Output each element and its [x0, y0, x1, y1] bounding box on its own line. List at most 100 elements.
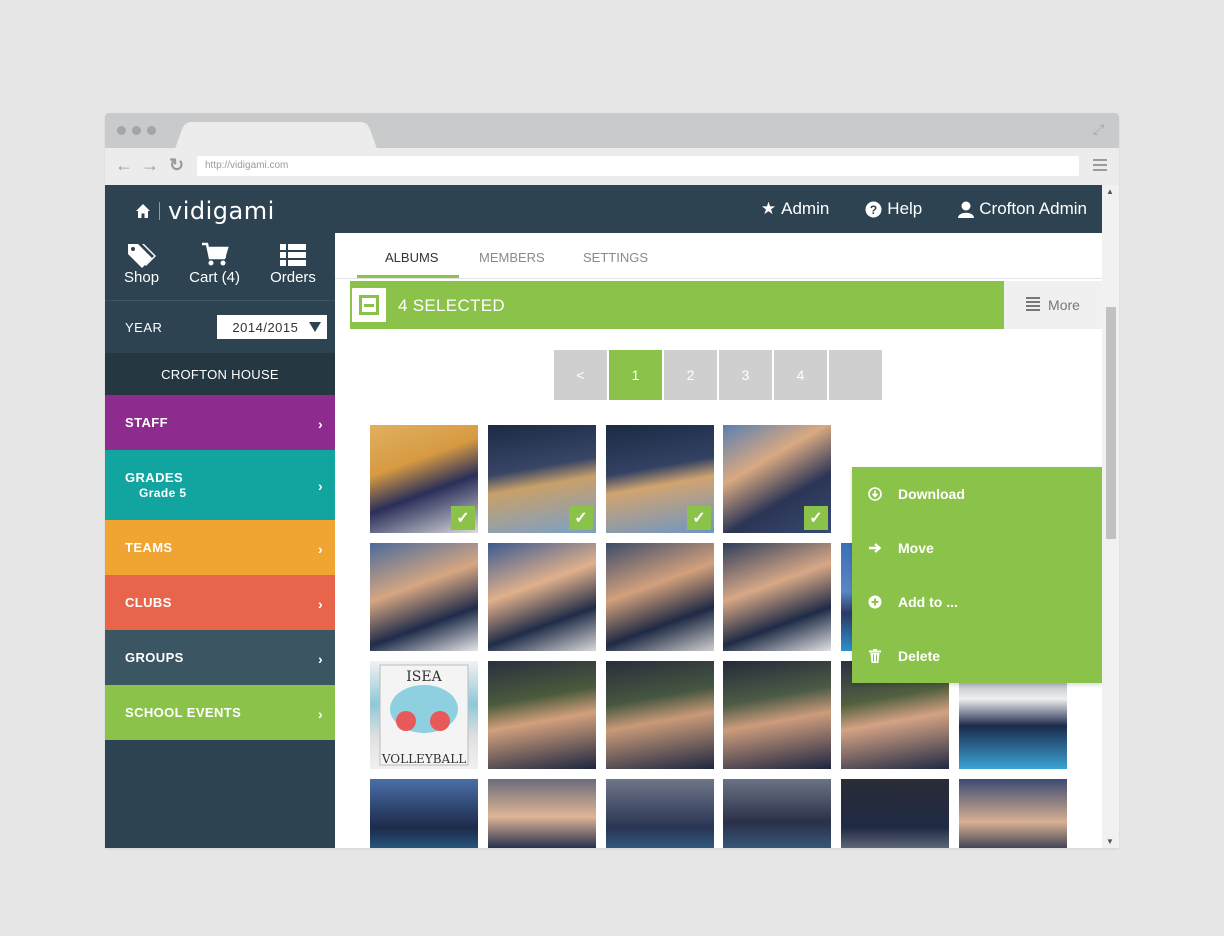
photo-thumbnail[interactable]	[606, 543, 714, 651]
orders-label: Orders	[270, 269, 316, 286]
page-prev-button[interactable]: <	[554, 350, 607, 400]
main-content: ALBUMS MEMBERS SETTINGS 4 SELECTED More …	[335, 233, 1102, 848]
tab-settings[interactable]: SETTINGS	[583, 250, 648, 265]
photo-thumbnail[interactable]	[488, 779, 596, 848]
photo-thumbnail[interactable]	[488, 661, 596, 769]
year-value: 2014/2015	[232, 319, 299, 335]
window-dot[interactable]	[147, 126, 156, 135]
scroll-down-icon[interactable]: ▼	[1106, 837, 1114, 846]
caret-down-icon	[309, 322, 322, 332]
window-dot[interactable]	[117, 126, 126, 135]
brand-logo[interactable]: vidigami	[135, 197, 275, 225]
browser-tab[interactable]	[190, 122, 362, 148]
move-menu-item[interactable]: Move	[852, 521, 1102, 575]
help-link[interactable]: ? Help	[865, 199, 922, 219]
active-tab-indicator	[357, 275, 459, 278]
download-menu-item[interactable]: Download	[852, 467, 1102, 521]
category-groups[interactable]: GROUPS ›	[105, 630, 335, 685]
more-button[interactable]: More	[1004, 281, 1102, 329]
admin-link[interactable]: ★ Admin	[761, 199, 829, 219]
photo-thumbnail[interactable]	[488, 543, 596, 651]
photo-thumbnail[interactable]	[370, 779, 478, 848]
checkmark-icon[interactable]: ✓	[687, 506, 711, 530]
orders-button[interactable]: Orders	[270, 241, 316, 300]
page-button[interactable]: 3	[719, 350, 772, 400]
browser-window: ⤢ ← → ↻ http://vidigami.com vidigami ★ A…	[105, 113, 1119, 848]
chevron-right-icon: ›	[317, 478, 323, 494]
school-name: CROFTON HOUSE	[105, 353, 335, 395]
poster-graphic: ISEA VOLLEYBALL	[379, 664, 469, 766]
sidebar-tools: Shop Cart (4) Orders	[105, 233, 335, 301]
pagination: < 1 2 3 4	[554, 350, 882, 400]
forward-icon[interactable]: →	[141, 156, 159, 174]
tab-members[interactable]: MEMBERS	[479, 250, 545, 265]
scrollbar[interactable]: ▲ ▼	[1102, 185, 1119, 848]
url-bar[interactable]: http://vidigami.com	[197, 156, 1079, 176]
window-dot[interactable]	[132, 126, 141, 135]
page-button[interactable]	[829, 350, 882, 400]
photo-thumbnail[interactable]	[370, 543, 478, 651]
photo-thumbnail[interactable]	[841, 779, 949, 848]
download-label: Download	[898, 486, 965, 502]
help-link-label: Help	[887, 199, 923, 218]
add-to-menu-item[interactable]: Add to ...	[852, 575, 1102, 629]
svg-text:ISEA: ISEA	[406, 669, 442, 685]
browser-menu-icon[interactable]	[1093, 159, 1107, 174]
delete-menu-item[interactable]: Delete	[852, 629, 1102, 683]
category-grades[interactable]: GRADES Grade 5 ›	[105, 450, 335, 520]
window-controls[interactable]	[117, 126, 156, 135]
photo-thumbnail[interactable]	[959, 779, 1067, 848]
more-label: More	[1048, 297, 1080, 313]
svg-text:?: ?	[870, 203, 877, 217]
category-school-events[interactable]: SCHOOL EVENTS ›	[105, 685, 335, 740]
photo-thumbnail[interactable]: ✓	[606, 425, 714, 533]
category-sublabel: Grade 5	[139, 486, 187, 500]
category-teams[interactable]: TEAMS ›	[105, 520, 335, 575]
selection-count: 4 SELECTED	[398, 296, 505, 315]
tab-bar: ALBUMS MEMBERS SETTINGS	[335, 233, 1102, 279]
photo-thumbnail[interactable]	[723, 661, 831, 769]
user-link[interactable]: Crofton Admin	[958, 199, 1087, 219]
scroll-up-icon[interactable]: ▲	[1106, 187, 1114, 196]
page-button[interactable]: 1	[609, 350, 662, 400]
app: vidigami ★ Admin ? Help Crofton Admin Sh…	[105, 185, 1102, 848]
admin-link-label: Admin	[781, 199, 830, 218]
photo-thumbnail[interactable]	[723, 543, 831, 651]
expand-icon[interactable]: ⤢	[1093, 122, 1107, 136]
photo-thumbnail[interactable]: ✓	[370, 425, 478, 533]
photo-thumbnail[interactable]	[606, 661, 714, 769]
photo-thumbnail[interactable]: ✓	[723, 425, 831, 533]
category-label: GRADES	[125, 470, 184, 485]
category-staff[interactable]: STAFF ›	[105, 395, 335, 450]
reload-icon[interactable]: ↻	[169, 156, 184, 174]
deselect-all-checkbox[interactable]	[352, 288, 386, 322]
photo-thumbnail[interactable]: ISEA VOLLEYBALL	[370, 661, 478, 769]
cart-button[interactable]: Cart (4)	[189, 241, 240, 300]
page-button[interactable]: 2	[664, 350, 717, 400]
back-icon[interactable]: ←	[115, 156, 133, 174]
checkmark-icon[interactable]: ✓	[569, 506, 593, 530]
checkmark-icon[interactable]: ✓	[804, 506, 828, 530]
photo-thumbnail[interactable]	[723, 779, 831, 848]
year-select[interactable]: 2014/2015	[217, 315, 328, 339]
logo-divider	[159, 202, 160, 220]
browser-tabbar: ⤢	[105, 113, 1119, 148]
category-label: STAFF	[125, 415, 168, 430]
home-icon[interactable]	[135, 203, 151, 219]
download-icon	[866, 487, 884, 501]
shop-button[interactable]: Shop	[124, 241, 159, 300]
year-label: YEAR	[125, 319, 163, 335]
user-link-label: Crofton Admin	[979, 199, 1087, 218]
user-icon	[958, 201, 975, 218]
photo-thumbnail[interactable]: ✓	[488, 425, 596, 533]
photo-thumbnail[interactable]	[606, 779, 714, 848]
help-icon: ?	[865, 201, 882, 217]
category-label: GROUPS	[125, 650, 184, 665]
checkmark-icon[interactable]: ✓	[451, 506, 475, 530]
sidebar: Shop Cart (4) Orders YEAR 2014/2015 CROF…	[105, 233, 335, 848]
category-label: SCHOOL EVENTS	[125, 705, 242, 720]
category-clubs[interactable]: CLUBS ›	[105, 575, 335, 630]
page-button[interactable]: 4	[774, 350, 827, 400]
tab-albums[interactable]: ALBUMS	[385, 250, 438, 265]
scroll-thumb[interactable]	[1106, 307, 1116, 539]
